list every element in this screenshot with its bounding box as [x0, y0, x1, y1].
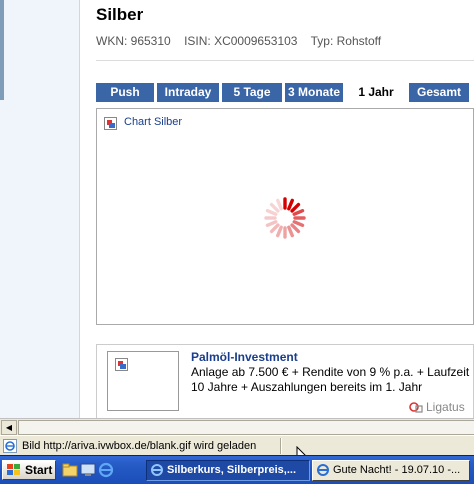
wkn-label: WKN: 965310: [96, 34, 171, 48]
ad-title-link[interactable]: Palmöl-Investment: [191, 350, 298, 364]
tab-gesamt[interactable]: Gesamt: [409, 83, 469, 102]
sidebar-edge: [0, 0, 4, 100]
tab-1-jahr[interactable]: 1 Jahr: [346, 83, 406, 102]
chart-period-tabs: Push Intraday 5 Tage 3 Monate 1 Jahr Ges…: [96, 83, 469, 102]
type-label: Typ: Rohstoff: [310, 34, 382, 48]
ad-image[interactable]: [107, 351, 179, 411]
ad-text-line: Anlage ab 7.500 € + Rendite von 9 % p.a.…: [191, 365, 470, 379]
desktop-icon[interactable]: [80, 462, 96, 478]
tab-3-monate[interactable]: 3 Monate: [285, 83, 343, 102]
status-bar: Bild http://ariva.ivwbox.de/blank.gif wi…: [0, 435, 474, 455]
instrument-meta: WKN: 965310 ISIN: XC0009653103 Typ: Rohs…: [96, 34, 391, 48]
internet-explorer-icon: [317, 464, 329, 476]
folder-icon[interactable]: [62, 462, 78, 478]
tab-intraday[interactable]: Intraday: [157, 83, 219, 102]
tab-push[interactable]: Push: [96, 83, 154, 102]
scrollbar-thumb[interactable]: [18, 420, 474, 435]
scroll-left-arrow-icon[interactable]: ◀: [1, 420, 17, 435]
horizontal-scrollbar[interactable]: ◀: [0, 418, 474, 435]
internet-explorer-icon[interactable]: [98, 462, 114, 478]
ad-text-line: 10 Jahre + Auszahlungen bereits im 1. Ja…: [191, 380, 423, 394]
internet-explorer-icon: [151, 464, 163, 476]
isin-label: ISIN: XC0009653103: [184, 34, 298, 48]
taskbar-item-label: Silberkurs, Silberpreis,...: [167, 464, 296, 476]
status-divider: [280, 438, 282, 454]
taskbar-item-gute-nacht[interactable]: Gute Nacht! - 19.07.10 -...: [312, 460, 470, 481]
title-divider: [96, 60, 474, 61]
ad-panel: Palmöl-Investment Anlage ab 7.500 € + Re…: [96, 344, 474, 418]
page-status-icon: [3, 439, 17, 453]
chart-silber-link[interactable]: Chart Silber: [124, 116, 182, 128]
ad-description: Anlage ab 7.500 € + Rendite von 9 % p.a.…: [191, 365, 469, 395]
start-button[interactable]: Start: [2, 460, 56, 480]
ligatus-label: Ligatus: [426, 400, 465, 414]
browser-viewport: Silber WKN: 965310 ISIN: XC0009653103 Ty…: [0, 0, 474, 418]
spinner-icon: [264, 197, 306, 239]
taskbar-item-label: Gute Nacht! - 19.07.10 -...: [333, 464, 461, 476]
chart-area: Chart Silber: [96, 108, 474, 325]
taskbar: Start Silberkurs, Silberpreis,... Gute N…: [0, 455, 474, 484]
broken-image-icon: [115, 358, 128, 371]
start-label: Start: [25, 463, 53, 477]
ligatus-badge[interactable]: Ligatus: [409, 400, 465, 414]
taskbar-item-silberkurs[interactable]: Silberkurs, Silberpreis,...: [146, 460, 310, 481]
tab-5-tage[interactable]: 5 Tage: [222, 83, 282, 102]
page-title: Silber: [96, 5, 144, 24]
ligatus-logo-icon: [409, 402, 423, 413]
windows-logo-icon: [7, 464, 20, 475]
status-text: Bild http://ariva.ivwbox.de/blank.gif wi…: [22, 440, 257, 452]
left-sidebar-gutter: [0, 0, 80, 418]
broken-image-icon: [104, 117, 117, 130]
